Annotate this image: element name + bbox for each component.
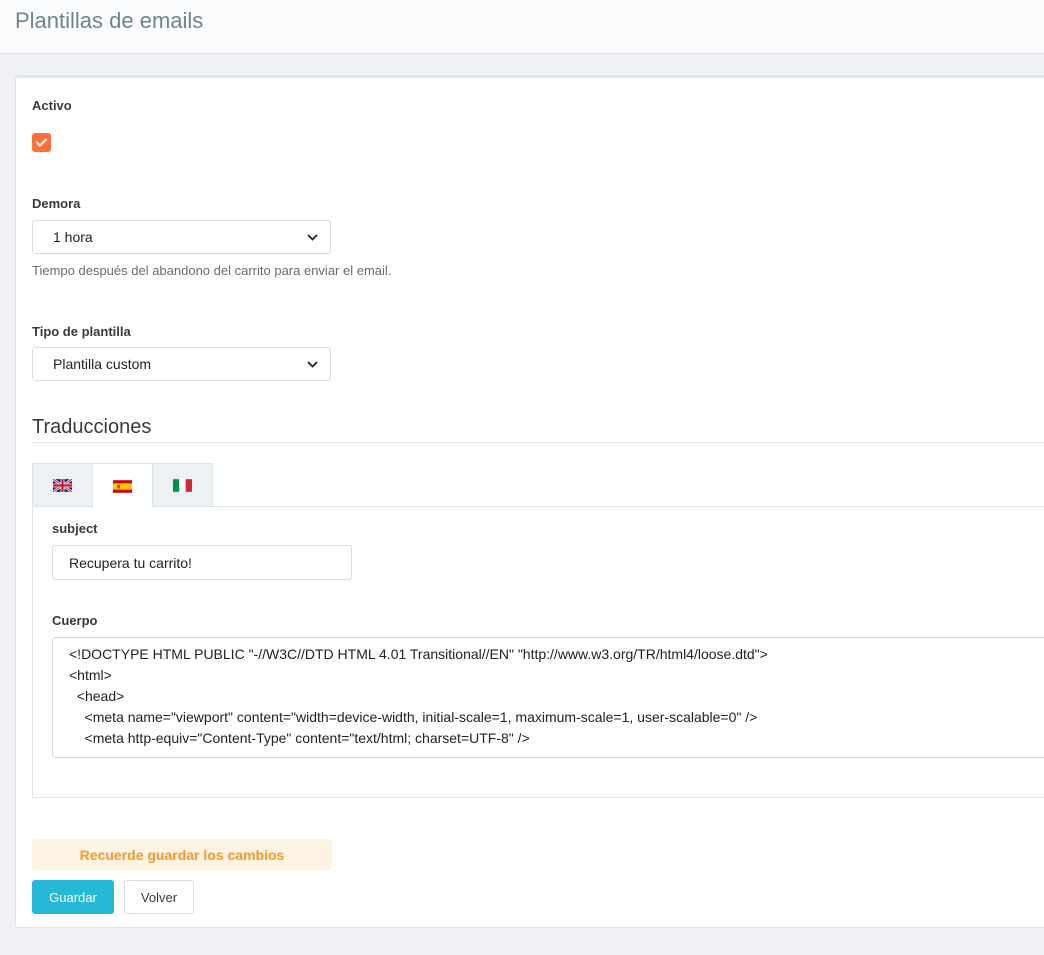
- delay-label: Demora: [32, 196, 81, 211]
- tab-english[interactable]: [32, 463, 93, 507]
- tab-spanish[interactable]: [92, 463, 153, 508]
- language-tabs: [32, 463, 213, 508]
- page-title: Plantillas de emails: [15, 8, 204, 33]
- template-type-select[interactable]: Plantilla custom: [32, 347, 331, 381]
- template-type-select-value: Plantilla custom: [53, 356, 152, 372]
- delay-select-value: 1 hora: [53, 229, 93, 245]
- subject-input[interactable]: Recupera tu carrito!: [52, 545, 352, 580]
- body-line: <!DOCTYPE HTML PUBLIC "-//W3C//DTD HTML …: [69, 646, 768, 662]
- active-label: Activo: [32, 98, 72, 113]
- delay-help-text: Tiempo después del abandono del carrito …: [32, 263, 392, 278]
- body-line: <html>: [69, 667, 112, 683]
- save-reminder-notice: Recuerde guardar los cambios: [32, 839, 332, 870]
- body-textarea[interactable]: <!DOCTYPE HTML PUBLIC "-//W3C//DTD HTML …: [52, 637, 1044, 758]
- uk-flag-icon: [53, 479, 72, 492]
- translations-title: Traducciones: [32, 416, 152, 438]
- chevron-down-icon: [307, 233, 318, 241]
- subject-label: subject: [52, 521, 98, 536]
- body-line: <meta http-equiv="Content-Type" content=…: [69, 730, 530, 746]
- body-line: <meta name="viewport" content="width=dev…: [69, 709, 758, 725]
- template-type-label: Tipo de plantilla: [32, 324, 131, 339]
- page-header: Plantillas de emails: [0, 0, 1044, 54]
- body-label: Cuerpo: [52, 613, 98, 628]
- delay-select[interactable]: 1 hora: [32, 220, 331, 254]
- section-divider: [32, 442, 1044, 443]
- italy-flag-icon: [173, 479, 192, 492]
- tab-italian[interactable]: [152, 463, 213, 507]
- active-checkbox[interactable]: [32, 133, 51, 152]
- back-button[interactable]: Volver: [124, 880, 194, 914]
- body-line: <head>: [69, 688, 125, 704]
- save-button[interactable]: Guardar: [32, 880, 114, 914]
- chevron-down-icon: [307, 360, 318, 368]
- email-template-panel: Activo Demora 1 hora Tiempo después del …: [15, 75, 1044, 928]
- checkmark-icon: [36, 138, 47, 147]
- subject-input-value: Recupera tu carrito!: [69, 554, 192, 571]
- spain-flag-icon: [113, 479, 132, 493]
